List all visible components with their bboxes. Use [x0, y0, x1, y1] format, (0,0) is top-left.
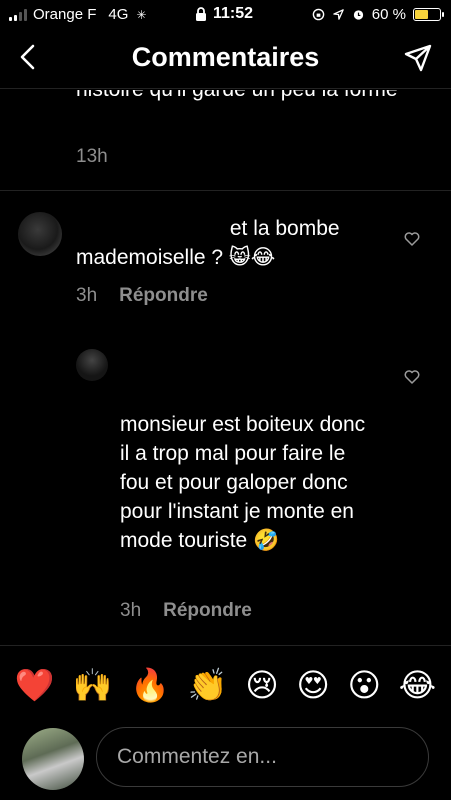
emoji-reaction-bar: ❤️ 🙌 🔥 👏 😢 😍 😮 😂 — [0, 660, 451, 710]
lock-icon — [196, 6, 206, 21]
emoji-wow-button[interactable]: 😮 — [348, 665, 381, 705]
heart-outline-icon[interactable] — [403, 368, 421, 386]
screen-rotation-lock-icon — [312, 8, 325, 21]
reply-button[interactable]: Répondre — [163, 600, 252, 621]
location-icon — [333, 9, 344, 20]
alarm-icon — [353, 10, 363, 20]
status-bar: Orange F 4G ✳ 11:52 60 % — [0, 0, 451, 30]
emoji-laugh-button[interactable]: 😂 — [399, 665, 436, 705]
status-bar-left: Orange F 4G ✳ — [9, 6, 146, 23]
network-label: 4G — [108, 6, 129, 23]
page-title: Commentaires — [131, 42, 320, 72]
heart-outline-icon[interactable] — [403, 230, 421, 248]
paper-plane-icon[interactable] — [403, 43, 433, 73]
comment-meta: 3h Répondre — [76, 285, 208, 307]
comment-text: monsieur est boiteux donc il a trop mal … — [120, 413, 366, 552]
comment-input[interactable] — [115, 728, 409, 786]
header-divider — [0, 88, 451, 89]
comment-time: 13h — [76, 146, 108, 167]
comment-divider — [0, 190, 451, 191]
battery-percent: 60 % — [371, 6, 406, 23]
comment-time: 3h — [76, 285, 98, 306]
emoji-clap-button[interactable]: 👏 — [188, 665, 228, 705]
battery-icon — [413, 8, 444, 21]
comment-composer — [0, 725, 451, 795]
composer-divider — [0, 645, 451, 646]
signal-icon — [9, 8, 27, 21]
clock: 11:52 — [213, 5, 254, 22]
comment-text: x et la bombe mademoiselle ? 😸😂 — [76, 214, 386, 272]
reply-button[interactable]: Répondre — [119, 285, 208, 306]
emoji-raised-hands-button[interactable]: 🙌 — [72, 665, 112, 705]
status-bar-center: 11:52 — [195, 5, 253, 23]
redacted-username: x — [76, 214, 224, 243]
comment-input-container[interactable] — [96, 727, 429, 787]
emoji-fire-button[interactable]: 🔥 — [130, 665, 170, 705]
emoji-heart-button[interactable]: ❤️ — [15, 665, 55, 705]
avatar[interactable] — [18, 212, 62, 256]
loading-spinner-icon: ✳ — [136, 7, 147, 22]
carrier-label: Orange F — [33, 6, 97, 23]
comment-time: 3h — [120, 600, 142, 621]
avatar[interactable] — [76, 349, 108, 381]
emoji-heart-eyes-button[interactable]: 😍 — [296, 665, 329, 705]
status-bar-right: 60 % — [312, 6, 444, 23]
comment-meta: 3h Répondre — [120, 600, 252, 622]
avatar — [22, 728, 84, 790]
emoji-cry-button[interactable]: 😢 — [245, 665, 278, 705]
battery-level-fill — [415, 10, 428, 19]
header: Commentaires — [0, 30, 451, 86]
